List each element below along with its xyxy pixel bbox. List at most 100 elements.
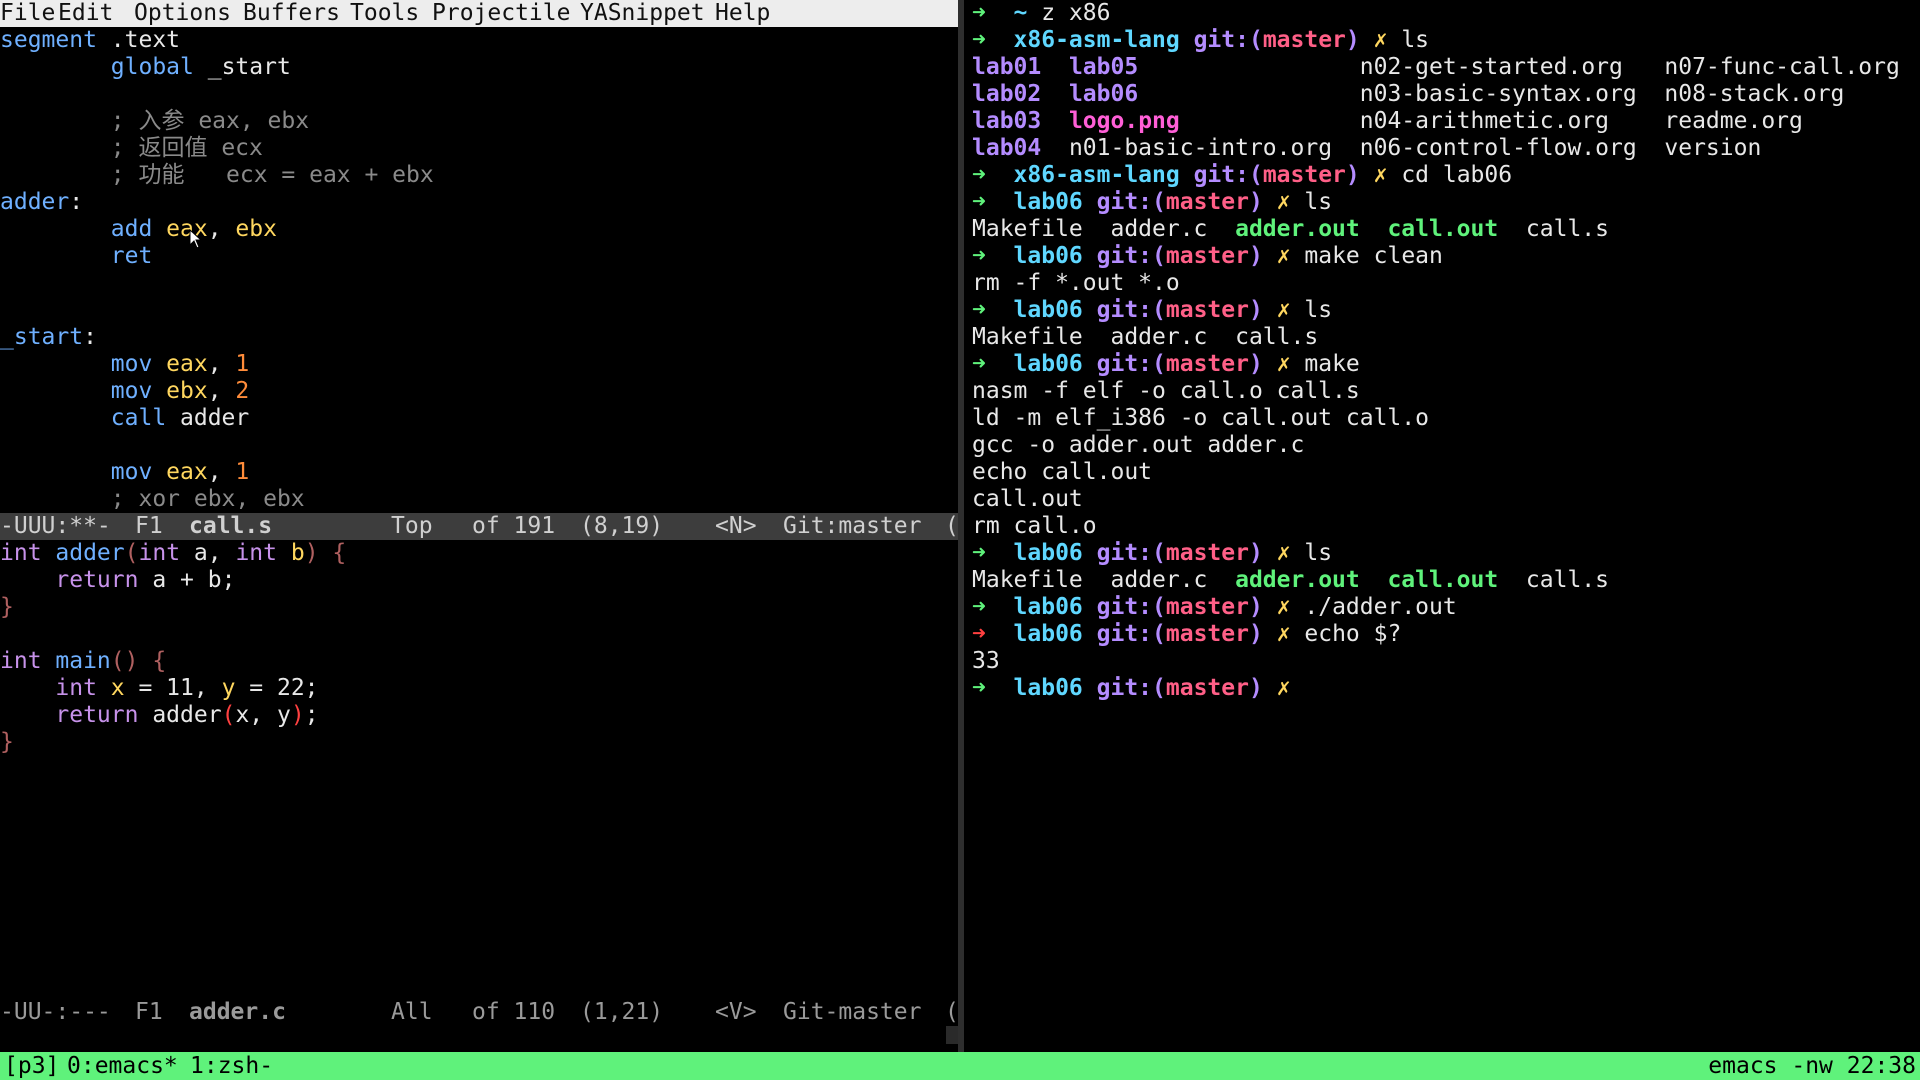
text-segment: ✗: [1262, 540, 1305, 566]
text-segment: n01-basic-intro.org n06-control-flow.org…: [1041, 135, 1762, 161]
text-segment: ): [290, 702, 305, 728]
modeline-buffer-name[interactable]: call.s: [189, 513, 272, 540]
text-segment: n02-get-started.org n07-func-call.org: [1138, 54, 1900, 80]
text-segment: git:(: [1096, 540, 1166, 566]
code-line: mov ebx, 2: [0, 378, 250, 405]
text-segment: cd lab06: [1401, 162, 1513, 188]
scroll-indicator: [946, 1026, 958, 1044]
code-line: ; 返回值 ecx: [0, 135, 263, 162]
modeline-cursor: (8,19): [580, 513, 664, 539]
text-segment: ➜: [972, 0, 1014, 26]
text-segment: }: [0, 729, 14, 755]
text-segment: ;: [304, 702, 319, 728]
text-segment: adder.out: [1235, 567, 1360, 593]
code-line: global _start: [0, 54, 291, 81]
modeline-buffer-name[interactable]: adder.c: [189, 999, 286, 1026]
text-segment: ➜: [972, 297, 1014, 323]
text-segment: global: [0, 54, 194, 80]
modeline-adder-c: -UU-:--- F1 adder.c All of 110 (1,21) <V…: [0, 999, 958, 1044]
mouse-pointer-icon: [189, 229, 203, 249]
modeline-vc-branch[interactable]: Git:master: [783, 513, 921, 540]
menu-buffers[interactable]: Buffers: [243, 0, 340, 27]
text-segment: lab03: [972, 108, 1042, 134]
menu-projectile[interactable]: Projectile: [432, 0, 570, 27]
text-segment: adder.out: [1235, 216, 1360, 242]
terminal-pane[interactable]: ➜ ~ z x86 ➜ x86-asm-lang git:(master) ✗ l…: [964, 0, 1920, 1052]
text-segment: x, y: [235, 702, 291, 728]
text-segment: return: [0, 702, 139, 728]
text-segment: ,: [207, 216, 236, 242]
text-segment: segment: [0, 27, 97, 53]
text-segment: ,: [207, 351, 236, 377]
terminal-line: 33: [972, 648, 1000, 675]
text-segment: git:(: [1193, 27, 1263, 53]
text-segment: mov: [0, 378, 153, 404]
text-segment: ): [1248, 621, 1263, 647]
terminal-line: ➜ lab06 git:(master) ✗ make: [972, 351, 1360, 378]
text-segment: :: [83, 324, 97, 350]
tmux-window-zsh[interactable]: 1:zsh-: [190, 1052, 273, 1080]
tmux-status-bar: [p3] 0:emacs* 1:zsh- emacs -nw 22:38: [0, 1052, 1920, 1080]
text-segment: a,: [180, 540, 236, 566]
terminal-line: Makefile adder.c adder.out call.out call…: [972, 567, 1609, 594]
text-segment: ✗: [1262, 675, 1305, 701]
text-segment: mov: [0, 351, 153, 377]
text-segment: ): [1248, 594, 1263, 620]
text-segment: lab02: [972, 81, 1042, 107]
terminal-line: lab01 lab05 n02-get-started.org n07-func…: [972, 54, 1900, 81]
text-segment: ➜: [972, 162, 1014, 188]
menu-tools[interactable]: Tools: [350, 0, 419, 27]
modeline-size: of 110: [472, 999, 556, 1025]
menu-edit[interactable]: Edit: [58, 0, 113, 27]
text-segment: master: [1165, 540, 1249, 566]
menu-yasnippet[interactable]: YASnippet: [580, 0, 705, 27]
text-segment: echo $?: [1304, 621, 1402, 647]
text-segment: ls: [1304, 297, 1333, 323]
tmux-window-emacs[interactable]: 0:emacs*: [67, 1052, 178, 1080]
text-segment: lab06: [1013, 675, 1097, 701]
text-segment: Makefile adder.c: [972, 216, 1236, 242]
menu-file[interactable]: File: [0, 0, 55, 27]
text-segment: main: [41, 648, 111, 674]
text-segment: () {: [110, 648, 167, 674]
terminal-line: rm call.o: [972, 513, 1097, 540]
text-segment: (: [221, 702, 236, 728]
terminal-line: ➜ ~ z x86: [972, 0, 1111, 27]
emacs-frame: File Edit Options Buffers Tools Projecti…: [0, 0, 958, 1052]
text-segment: ➜: [972, 243, 1014, 269]
text-segment: [1360, 216, 1388, 242]
text-segment: ✗: [1359, 162, 1402, 188]
modeline-vc-branch[interactable]: Git-master: [783, 999, 921, 1026]
text-segment: ; xor ebx, ebx: [0, 486, 305, 512]
modeline-status: -UUU:**-: [0, 513, 111, 539]
text-segment: ➜: [972, 351, 1014, 377]
text-segment: nasm -f elf -o call.o call.s: [972, 378, 1360, 404]
text-segment: n03-basic-syntax.org n08-stack.org: [1138, 81, 1845, 107]
text-segment: echo call.out: [972, 459, 1153, 485]
modeline-cursor: (1,21): [580, 999, 664, 1025]
text-segment: master: [1165, 594, 1249, 620]
text-segment: ld -m elf_i386 -o call.out call.o: [972, 405, 1429, 431]
text-segment: _start: [0, 324, 84, 350]
text-segment: ➜: [972, 621, 1014, 647]
text-segment: adder: [0, 189, 70, 215]
text-segment: Makefile adder.c call.s: [972, 324, 1319, 350]
text-segment: adder: [138, 702, 222, 728]
code-line: }: [0, 729, 14, 756]
menu-help[interactable]: Help: [715, 0, 770, 27]
text-segment: call.out: [972, 486, 1083, 512]
menu-options[interactable]: Options: [134, 0, 231, 27]
terminal-line: Makefile adder.c call.s: [972, 324, 1318, 351]
text-segment: y: [221, 675, 236, 701]
terminal-line: echo call.out: [972, 459, 1152, 486]
terminal-line: rm -f *.out *.o: [972, 270, 1180, 297]
text-segment: git:(: [1096, 621, 1166, 647]
text-segment: git:(: [1193, 162, 1263, 188]
code-line: return a + b;: [0, 567, 235, 594]
text-segment: ) {: [304, 540, 347, 566]
text-segment: master: [1262, 27, 1346, 53]
text-segment: _start: [193, 54, 291, 80]
tmux-status-right: emacs -nw 22:38: [1708, 1053, 1916, 1079]
text-segment: ➜: [972, 540, 1014, 566]
text-segment: ): [1248, 675, 1263, 701]
